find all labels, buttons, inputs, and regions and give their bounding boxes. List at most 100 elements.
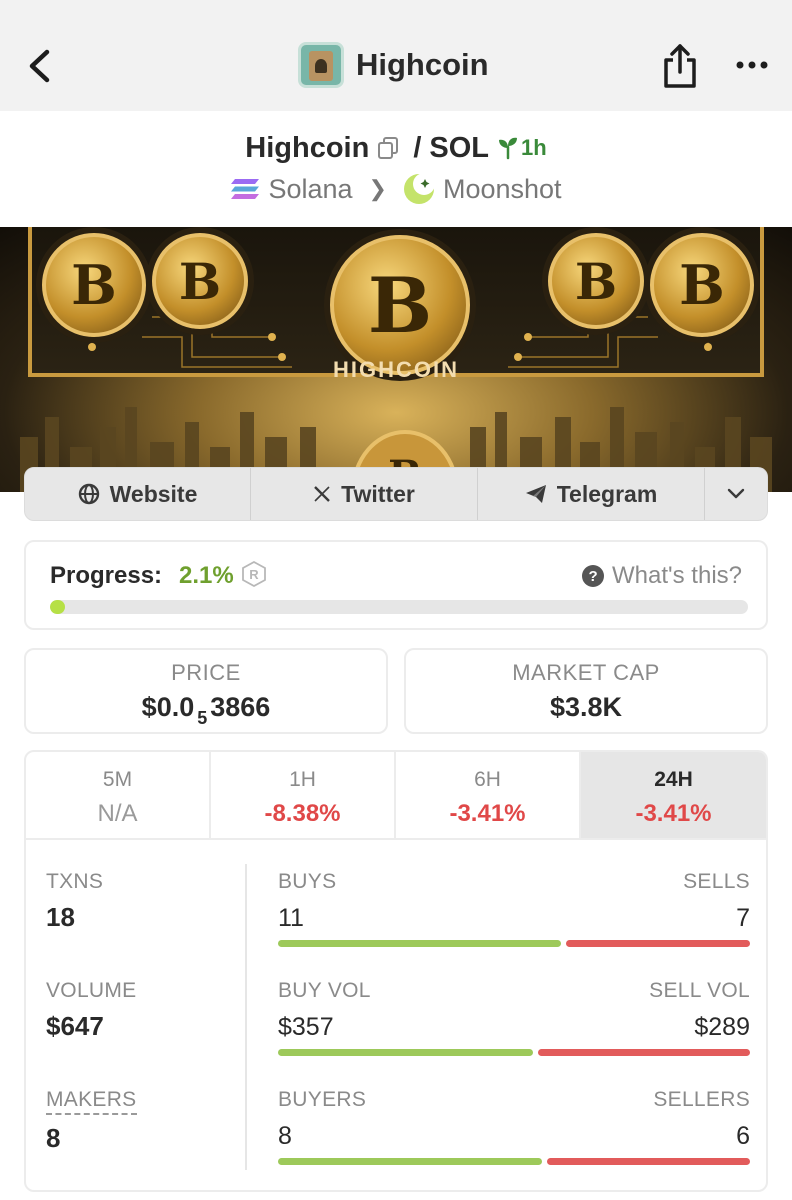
moonshot-icon [403, 173, 435, 204]
tab-label: 5M [102, 768, 133, 791]
market-cap-card: MARKET CAP $3.8K [404, 648, 768, 734]
whats-this-label: What's this? [612, 562, 742, 589]
share-button[interactable] [662, 42, 698, 90]
makers-stat: MAKERS 8 [46, 1088, 137, 1154]
txns-label: TXNS [46, 870, 104, 893]
copy-icon[interactable] [377, 136, 399, 160]
social-links-bar: Website Twitter Telegram [24, 467, 768, 521]
dex-link-moonshot[interactable]: Moonshot [403, 173, 562, 205]
tab-change: N/A [97, 800, 138, 827]
buy-vol-bar [278, 1049, 533, 1056]
txns-stat: TXNS 18 [46, 870, 103, 933]
buys-bar [278, 940, 561, 947]
buyers-bar [278, 1158, 542, 1165]
tab-label: 6H [474, 768, 501, 791]
whats-this-link[interactable]: ? What's this? [582, 562, 742, 590]
pair-age-text: 1h [521, 135, 547, 160]
sellers-bar [547, 1158, 750, 1165]
progress-card: Progress: 2.1% R ? What's this? [24, 540, 768, 630]
timeframe-tabs: 5M N/A 1H -8.38% 6H -3.41% 24H -3.41% [26, 752, 766, 840]
sells-label: SELLS [683, 870, 750, 893]
telegram-label: Telegram [556, 480, 658, 507]
tab-change: -3.41% [449, 800, 526, 827]
bitcoin-coin-icon: B [548, 233, 644, 329]
buyers-label: BUYERS [278, 1088, 367, 1111]
telegram-icon [525, 485, 546, 503]
chain-link-solana[interactable]: Solana [230, 173, 353, 205]
buyers-sellers-split: BUYERS SELLERS 8 6 [278, 1088, 750, 1168]
tab-24h[interactable]: 24H -3.41% [581, 752, 766, 838]
website-link[interactable]: Website [25, 468, 251, 520]
volume-split: BUY VOL SELL VOL $357 $289 [278, 979, 750, 1059]
pair-age: 1h [497, 135, 547, 161]
ellipsis-icon [736, 61, 768, 69]
buy-vol-value: $357 [278, 1013, 334, 1041]
price-value: $0.0 5 3866 [26, 692, 386, 729]
pair-quote-symbol: SOL [429, 131, 490, 164]
twitter-link[interactable]: Twitter [251, 468, 478, 520]
sellers-value: 6 [736, 1122, 750, 1150]
tab-change: -3.41% [635, 800, 712, 827]
progress-bar [50, 600, 748, 614]
tab-1h[interactable]: 1H -8.38% [211, 752, 396, 838]
makers-label[interactable]: MAKERS [46, 1088, 137, 1115]
sell-vol-value: $289 [694, 1013, 750, 1041]
market-cap-label: MARKET CAP [512, 660, 660, 685]
dex-name: Moonshot [442, 173, 562, 204]
makers-value: 8 [46, 1123, 61, 1153]
question-icon: ? [582, 565, 605, 587]
tab-5m[interactable]: 5M N/A [26, 752, 211, 838]
token-avatar [298, 42, 344, 88]
twitter-label: Twitter [341, 480, 415, 507]
volume-label: VOLUME [46, 979, 137, 1002]
telegram-link[interactable]: Telegram [478, 468, 705, 520]
buyers-value: 8 [278, 1122, 292, 1150]
progress-value: 2.1% [179, 562, 234, 589]
chevron-right-icon: ❯ [368, 176, 387, 201]
buy-vol-label: BUY VOL [278, 979, 371, 1002]
globe-icon [78, 483, 99, 505]
bitcoin-coin-icon: B [42, 233, 146, 337]
svg-text:R: R [249, 567, 259, 582]
sells-value: 7 [736, 904, 750, 932]
price-card: PRICE $0.0 5 3866 [24, 648, 388, 734]
tab-6h[interactable]: 6H -3.41% [396, 752, 581, 838]
chain-name: Solana [268, 173, 353, 204]
share-icon [664, 44, 696, 88]
sell-vol-bar [538, 1049, 750, 1056]
chevron-down-icon [727, 488, 745, 499]
token-title-text: Highcoin [356, 47, 489, 82]
buys-value: 11 [278, 904, 304, 932]
seedling-icon [499, 137, 518, 160]
price-label: PRICE [171, 660, 241, 685]
token-banner-image: B B B B B HIGHCOIN B [0, 227, 792, 492]
bitcoin-coin-icon: B [650, 233, 754, 337]
buys-sells-split: BUYS SELLS 11 7 [278, 870, 750, 950]
price-prefix: $0.0 [141, 692, 195, 722]
sell-vol-label: SELL VOL [649, 979, 750, 1002]
raydium-icon: R [242, 561, 266, 587]
top-nav-bar: Highcoin [0, 0, 792, 111]
price-zero-count: 5 [197, 708, 208, 728]
sellers-label: SELLERS [653, 1088, 750, 1111]
tab-label: 1H [289, 768, 316, 791]
more-options-button[interactable] [734, 55, 770, 75]
buys-label: BUYS [278, 870, 337, 893]
volume-stat: VOLUME $647 [46, 979, 137, 1042]
bitcoin-coin-icon: B [330, 235, 470, 375]
pair-header: Highcoin / SOL 1h [0, 126, 792, 170]
token-title: Highcoin [298, 42, 489, 88]
tab-change: -8.38% [264, 800, 341, 827]
volume-value: $647 [46, 1011, 104, 1041]
sells-bar [566, 940, 750, 947]
chain-breadcrumb: Solana ❯ Moonshot [0, 170, 792, 208]
tab-label: 24H [654, 768, 693, 791]
back-button[interactable] [22, 44, 56, 88]
market-cap-value: $3.8K [549, 692, 623, 722]
pair-base-symbol: Highcoin [245, 131, 370, 164]
website-label: Website [109, 480, 198, 507]
progress-label: Progress: [50, 562, 163, 589]
x-logo-icon [314, 486, 331, 502]
pair-separator: / [413, 131, 422, 164]
more-links-button[interactable] [705, 468, 767, 520]
